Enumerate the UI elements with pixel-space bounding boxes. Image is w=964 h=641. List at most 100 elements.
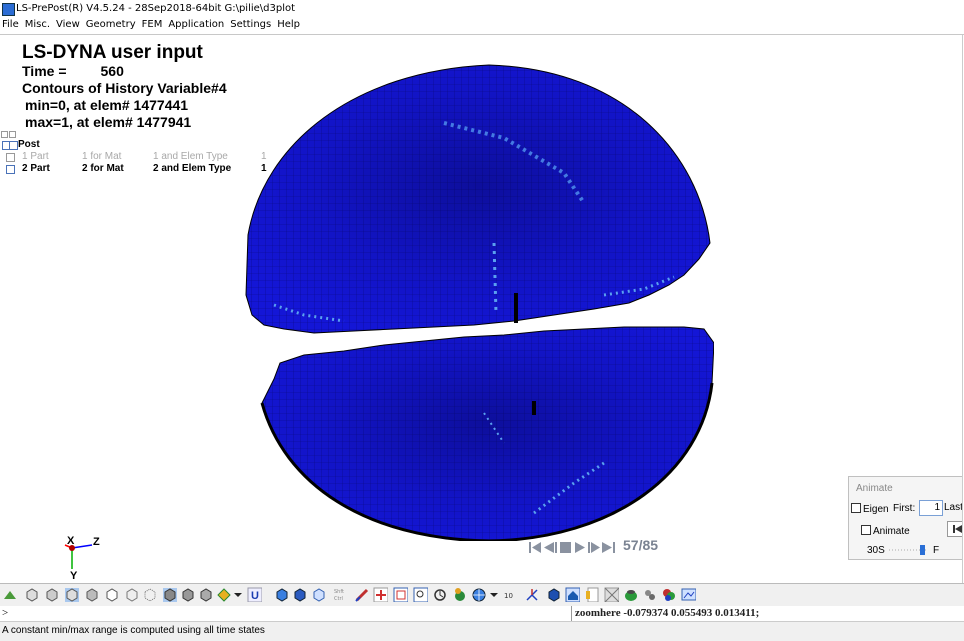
select-icon[interactable] <box>2 587 17 602</box>
first-frame-input[interactable]: 1 <box>919 500 943 516</box>
speed-label: 30S <box>867 545 885 556</box>
menu-settings[interactable]: Settings <box>227 17 274 33</box>
status-bar: A constant min/max range is computed usi… <box>0 622 964 641</box>
eigen-label: Eigen <box>863 504 889 515</box>
speed-slider[interactable] <box>889 545 949 557</box>
dropdown-icon[interactable] <box>233 587 243 602</box>
lower-part <box>260 326 714 541</box>
diamond-icon[interactable] <box>216 587 231 602</box>
command-line: > zoomhere -0.079374 0.055493 0.013411; <box>0 606 964 622</box>
graphics-viewport[interactable]: LS-DYNA user input Time = 560 Contours of… <box>0 35 963 583</box>
cube-view-2-icon[interactable] <box>44 587 59 602</box>
box-blue-2-icon[interactable] <box>292 587 307 602</box>
dropdown-2-icon[interactable] <box>489 587 499 602</box>
menu-geometry[interactable]: Geometry <box>83 17 139 33</box>
axis-x-label: X <box>67 535 75 547</box>
eigen-option[interactable]: Eigen <box>851 503 889 515</box>
model-title: LS-DYNA user input <box>22 42 203 63</box>
svg-text:10: 10 <box>504 592 513 600</box>
menu-file[interactable]: File <box>0 17 22 33</box>
animate-option[interactable]: Animate <box>861 525 910 537</box>
last-frame-icon[interactable] <box>602 542 615 553</box>
axis-icon[interactable] <box>524 587 539 602</box>
colors-icon[interactable] <box>661 587 676 602</box>
cube-view-5-icon[interactable] <box>104 587 119 602</box>
model-header: LS-DYNA user input Time = 560 Contours of… <box>22 42 227 131</box>
menu-view[interactable]: View <box>53 17 83 33</box>
root-checkbox-2[interactable] <box>9 141 18 150</box>
menu-fem[interactable]: FEM <box>139 17 166 33</box>
menu-misc[interactable]: Misc. <box>22 17 53 33</box>
cube-dots-icon[interactable] <box>142 587 157 602</box>
pattern-icon[interactable] <box>604 587 619 602</box>
stop-icon[interactable] <box>560 542 571 553</box>
play-icon[interactable] <box>575 542 585 553</box>
rotate-icon[interactable] <box>432 587 447 602</box>
animate-caption: Animate <box>856 483 893 494</box>
plus-icon[interactable] <box>373 587 388 602</box>
axis-z-label: Z <box>93 536 100 548</box>
cube-view-6-icon[interactable] <box>124 587 139 602</box>
speed-slider-handle[interactable] <box>920 545 925 555</box>
svg-text:Shft: Shft <box>334 589 344 595</box>
tree-row[interactable]: 2 Part 2 for Mat 2 and Elem Type 1 <box>0 162 280 175</box>
shift-ctrl-icon[interactable]: ShftCtrl <box>334 587 348 602</box>
max-label: max=1, at elem# 1477941 <box>25 114 192 130</box>
svg-text:Ctrl: Ctrl <box>334 596 343 602</box>
part-name: 2 Part <box>22 163 50 174</box>
rewind-button[interactable] <box>947 521 962 537</box>
expand-icon[interactable] <box>9 131 16 138</box>
cube-view-icon[interactable] <box>24 587 39 602</box>
ten-icon[interactable]: 10 <box>503 587 517 602</box>
collapse-icon[interactable] <box>1 131 8 138</box>
time-value: 560 <box>100 63 124 79</box>
cube-render-3-icon[interactable] <box>198 587 213 602</box>
u-icon[interactable]: U <box>247 587 262 602</box>
part-elem-type: 2 and Elem Type <box>153 163 232 174</box>
part2-checkbox[interactable] <box>6 165 15 174</box>
time-line: Time = 560 <box>22 63 227 80</box>
green-ball-icon[interactable] <box>623 587 638 602</box>
axis-triad: X Z Y <box>64 535 100 582</box>
title-bar: LS-PrePost(R) V4.5.24 - 28Sep2018-64bit … <box>0 0 964 17</box>
axis-y-label: Y <box>70 570 78 582</box>
screen-icon[interactable] <box>681 587 696 602</box>
svg-text:U: U <box>251 590 259 602</box>
tools-icon[interactable] <box>642 587 657 602</box>
pointer-icon[interactable] <box>354 587 369 602</box>
next-frame-icon[interactable] <box>588 542 600 553</box>
part1-checkbox[interactable] <box>6 153 15 162</box>
note-icon[interactable] <box>584 587 599 602</box>
zoom-box-icon[interactable] <box>393 587 408 602</box>
window-title: LS-PrePost(R) V4.5.24 - 28Sep2018-64bit … <box>16 3 296 14</box>
box-blue-icon[interactable] <box>274 587 289 602</box>
animate-checkbox[interactable] <box>861 525 871 535</box>
bottom-toolbar: U Shft Ctrl 10 <box>0 583 964 607</box>
cube-view-4-icon[interactable] <box>84 587 99 602</box>
upper-part <box>245 64 711 334</box>
first-label: First: <box>893 503 916 514</box>
box-outline-icon[interactable] <box>311 587 326 602</box>
menu-help[interactable]: Help <box>274 17 303 33</box>
zoom-icon[interactable] <box>413 587 428 602</box>
cube-view-3-icon[interactable] <box>64 587 79 602</box>
status-text: A constant min/max range is computed usi… <box>2 625 265 636</box>
command-output: zoomhere -0.079374 0.055493 0.013411; <box>571 606 964 621</box>
first-frame-icon[interactable] <box>529 542 541 553</box>
fe-model-mesh[interactable] <box>244 63 714 541</box>
part-mat: 2 for Mat <box>82 163 124 174</box>
cube-render-icon[interactable] <box>162 587 177 602</box>
cube-shade-icon[interactable] <box>546 587 561 602</box>
command-input[interactable]: > <box>2 606 8 621</box>
globe-icon[interactable] <box>471 587 486 602</box>
prev-frame-icon[interactable] <box>544 542 557 553</box>
sphere-icon[interactable] <box>452 587 467 602</box>
contour-label: Contours of History Variable#4 <box>22 80 227 96</box>
app-icon <box>2 3 15 16</box>
menu-application[interactable]: Application <box>165 17 227 33</box>
cube-render-2-icon[interactable] <box>180 587 195 602</box>
eigen-checkbox[interactable] <box>851 503 861 513</box>
house-icon[interactable] <box>565 587 580 602</box>
speed-end-label: F <box>933 545 940 556</box>
animate-label: Animate <box>873 526 910 537</box>
